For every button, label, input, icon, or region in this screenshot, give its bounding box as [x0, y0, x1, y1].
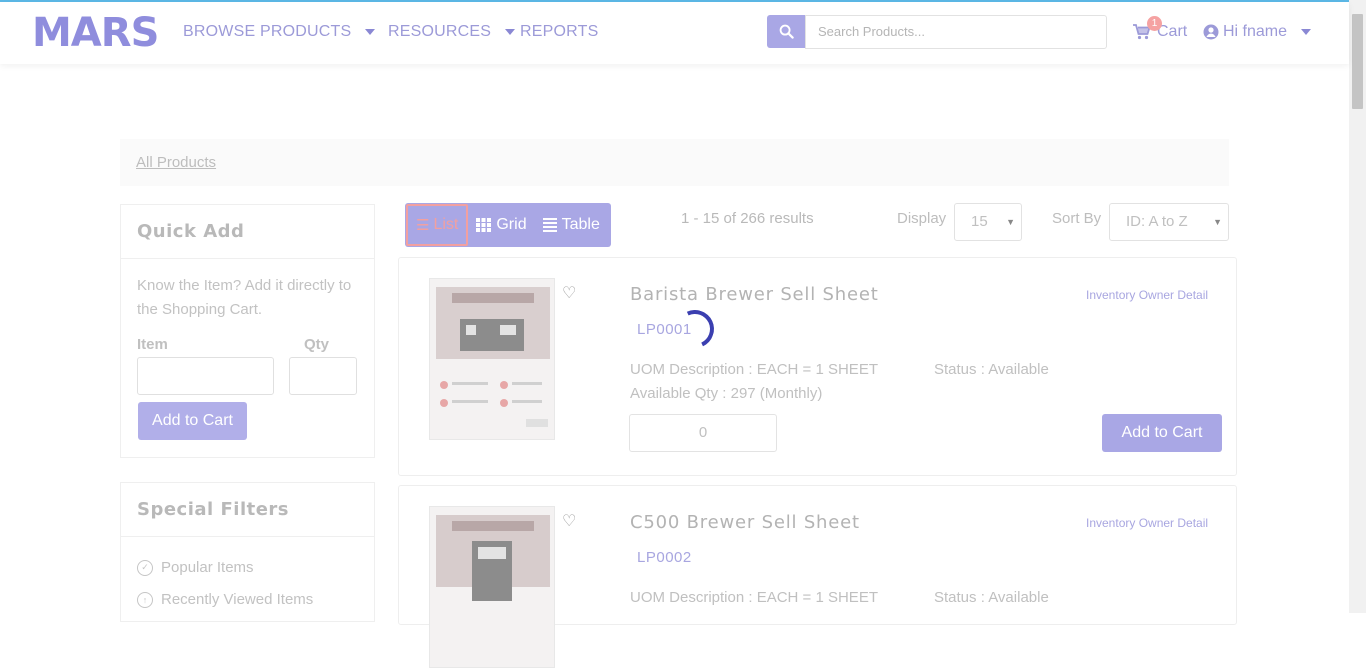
- quick-add-title: Quick Add: [121, 205, 374, 259]
- add-to-cart-button[interactable]: Add to Cart: [1102, 414, 1222, 452]
- product-image[interactable]: [429, 506, 555, 668]
- breadcrumb-all-products[interactable]: All Products: [136, 154, 216, 171]
- header: MARS BROWSE PRODUCTS RESOURCES REPORTS S…: [0, 2, 1349, 64]
- filter-label: Recently Viewed Items: [161, 591, 314, 608]
- grid-icon: [476, 218, 492, 232]
- filter-popular-items[interactable]: ✓ Popular Items: [137, 559, 254, 576]
- special-filters-title: Special Filters: [121, 483, 374, 537]
- display-label: Display: [897, 210, 947, 227]
- product-qty-input[interactable]: 0: [629, 414, 777, 452]
- page-scrollbar[interactable]: [1349, 0, 1366, 613]
- tab-list-label: List: [433, 216, 459, 233]
- quick-add-item-input[interactable]: [137, 357, 274, 395]
- quick-add-panel: Quick Add Know the Item? Add it directly…: [120, 204, 375, 458]
- breadcrumb: All Products: [120, 139, 1229, 186]
- search-button[interactable]: [767, 15, 805, 48]
- product-sell-sheet-image: [430, 507, 554, 667]
- view-toggle: ☰ List Grid Table: [405, 203, 611, 247]
- tab-list[interactable]: ☰ List: [406, 204, 469, 246]
- nav-browse-products[interactable]: BROWSE PRODUCTS: [183, 23, 376, 41]
- user-circle-icon: [1203, 24, 1219, 40]
- select-arrow-icon: ▼: [1006, 217, 1015, 227]
- search-icon: [779, 24, 794, 39]
- inventory-owner-detail-link[interactable]: Inventory Owner Detail: [1086, 516, 1208, 530]
- favorite-heart-icon[interactable]: ♡: [562, 283, 576, 303]
- results-summary: 1 - 15 of 266 results: [681, 210, 814, 227]
- nav-resources-label: RESOURCES: [388, 23, 492, 40]
- product-status: Status : Available: [934, 361, 1049, 378]
- cart-link[interactable]: 1 Cart: [1133, 16, 1187, 41]
- quick-add-button[interactable]: Add to Cart: [138, 402, 247, 440]
- display-value: 15: [971, 213, 988, 230]
- special-filters-panel: Special Filters ✓ Popular Items ↑ Recent…: [120, 482, 375, 622]
- display-select[interactable]: 15 ▼: [954, 203, 1022, 241]
- tab-table-label: Table: [561, 216, 600, 233]
- product-code[interactable]: LP0002: [637, 549, 692, 566]
- nav-resources[interactable]: RESOURCES: [388, 23, 516, 41]
- tab-table[interactable]: Table: [535, 203, 608, 247]
- product-image[interactable]: [429, 278, 555, 440]
- quick-add-qty-input[interactable]: [289, 357, 357, 395]
- list-icon: ☰: [416, 217, 430, 234]
- check-circle-icon: ✓: [137, 559, 153, 576]
- nav-reports[interactable]: REPORTS: [520, 23, 598, 41]
- chevron-down-icon: [365, 29, 376, 35]
- cart-count-badge: 1: [1147, 16, 1162, 31]
- filter-recently-viewed[interactable]: ↑ Recently Viewed Items: [137, 591, 313, 608]
- product-card: ♡ Barista Brewer Sell Sheet LP0001 Inven…: [398, 257, 1237, 476]
- chevron-down-icon: [505, 29, 516, 35]
- product-title[interactable]: Barista Brewer Sell Sheet: [630, 284, 879, 305]
- sort-select[interactable]: ID: A to Z ▼: [1109, 203, 1229, 241]
- user-greeting: Hi fname: [1223, 23, 1288, 40]
- quick-add-description: Know the Item? Add it directly to the Sh…: [137, 277, 352, 318]
- sort-label: Sort By: [1052, 210, 1102, 227]
- brand-logo[interactable]: MARS: [32, 11, 159, 55]
- product-card: ♡ C500 Brewer Sell Sheet LP0002 Inventor…: [398, 485, 1237, 668]
- cart-icon-wrap: 1: [1133, 16, 1162, 40]
- select-arrow-icon: ▼: [1213, 217, 1222, 227]
- user-menu[interactable]: Hi fname: [1203, 23, 1312, 41]
- table-icon: [542, 218, 557, 232]
- inventory-owner-detail-link[interactable]: Inventory Owner Detail: [1086, 288, 1208, 302]
- nav-browse-label: BROWSE PRODUCTS: [183, 23, 352, 40]
- product-uom: UOM Description : EACH = 1 SHEET: [630, 589, 878, 606]
- scrollbar-thumb[interactable]: [1352, 14, 1363, 109]
- tab-grid[interactable]: Grid: [468, 203, 534, 247]
- qty-label: Qty: [304, 336, 330, 353]
- arrow-up-circle-icon: ↑: [137, 591, 153, 608]
- product-available-qty: Available Qty : 297 (Monthly): [630, 385, 823, 402]
- sort-value: ID: A to Z: [1126, 213, 1188, 230]
- chevron-down-icon: [1301, 29, 1312, 35]
- product-status: Status : Available: [934, 589, 1049, 606]
- product-title[interactable]: C500 Brewer Sell Sheet: [630, 512, 860, 533]
- item-label: Item: [137, 336, 168, 353]
- nav-reports-label: REPORTS: [520, 23, 599, 40]
- product-uom: UOM Description : EACH = 1 SHEET: [630, 361, 878, 378]
- tab-grid-label: Grid: [496, 216, 527, 233]
- search-input[interactable]: Search Products...: [805, 15, 1107, 49]
- favorite-heart-icon[interactable]: ♡: [562, 511, 576, 531]
- filter-label: Popular Items: [161, 559, 254, 576]
- product-sell-sheet-image: [430, 279, 554, 439]
